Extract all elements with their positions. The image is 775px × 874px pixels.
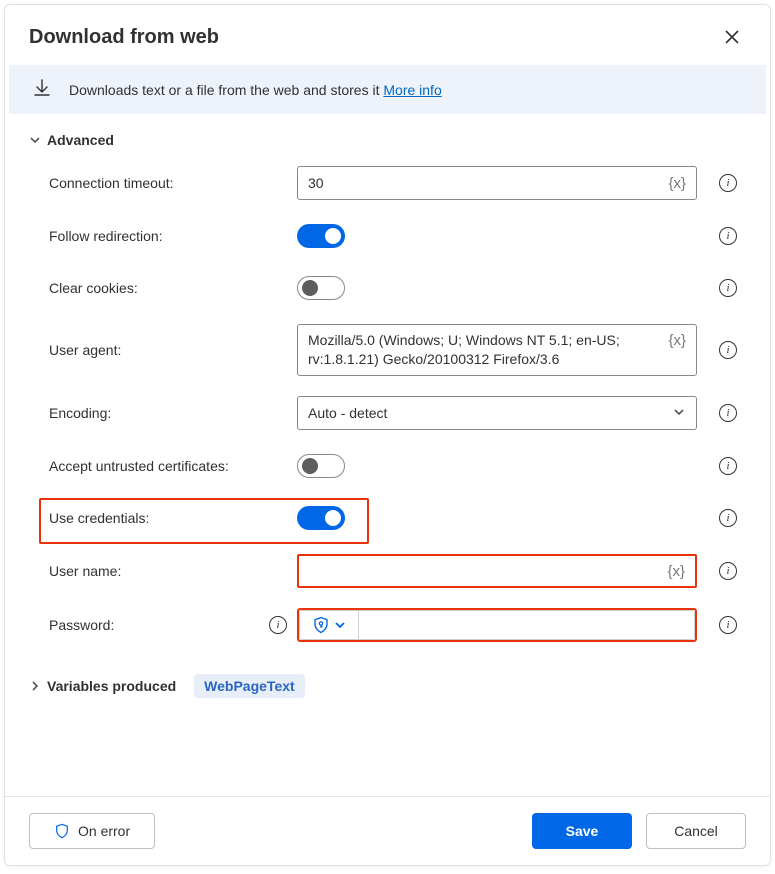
info-icon[interactable]: i [719, 341, 737, 359]
clear-cookies-label: Clear cookies: [49, 280, 138, 296]
credential-picker-button[interactable] [299, 610, 359, 640]
row-password: Password: i i [29, 598, 746, 652]
user-name-label: User name: [49, 563, 121, 579]
info-icon[interactable]: i [719, 227, 737, 245]
info-icon[interactable]: i [719, 562, 737, 580]
download-icon [33, 79, 51, 100]
user-agent-value: Mozilla/5.0 (Windows; U; Windows NT 5.1;… [308, 331, 662, 369]
close-icon [725, 30, 739, 44]
variables-label: Variables produced [47, 678, 176, 694]
user-name-input[interactable]: {x} [297, 554, 697, 588]
chevron-down-icon [672, 405, 686, 422]
variable-pill[interactable]: WebPageText [194, 674, 305, 698]
advanced-section-header[interactable]: Advanced [29, 124, 746, 156]
on-error-button[interactable]: On error [29, 813, 155, 849]
connection-timeout-input[interactable]: 30 {x} [297, 166, 697, 200]
row-clear-cookies: Clear cookies: i [29, 262, 746, 314]
password-input-group [297, 608, 697, 642]
clear-cookies-toggle[interactable] [297, 276, 345, 300]
row-user-name: User name: {x} i [29, 544, 746, 598]
encoding-select[interactable]: Auto - detect [297, 396, 697, 430]
shield-outline-icon [54, 823, 70, 839]
connection-timeout-value: 30 [308, 175, 662, 191]
password-input[interactable] [359, 610, 695, 640]
encoding-label: Encoding: [49, 405, 111, 421]
advanced-label: Advanced [47, 132, 114, 148]
info-icon[interactable]: i [719, 174, 737, 192]
password-label: Password: [49, 617, 114, 633]
info-icon[interactable]: i [719, 404, 737, 422]
more-info-link[interactable]: More info [383, 82, 441, 98]
variable-picker-icon[interactable]: {x} [662, 175, 686, 192]
info-icon[interactable]: i [269, 616, 287, 634]
row-accept-untrusted: Accept untrusted certificates: i [29, 440, 746, 492]
chevron-right-icon [29, 680, 41, 692]
cancel-button[interactable]: Cancel [646, 813, 746, 849]
dialog-header: Download from web [5, 5, 770, 65]
chevron-down-icon [334, 619, 346, 631]
connection-timeout-label: Connection timeout: [49, 175, 174, 191]
info-banner-desc: Downloads text or a file from the web an… [69, 82, 383, 98]
close-button[interactable] [718, 23, 746, 51]
row-user-agent: User agent: Mozilla/5.0 (Windows; U; Win… [29, 314, 746, 386]
dialog: Download from web Downloads text or a fi… [4, 4, 771, 866]
encoding-value: Auto - detect [308, 405, 672, 421]
use-credentials-label: Use credentials: [49, 510, 149, 526]
accept-untrusted-label: Accept untrusted certificates: [49, 458, 229, 474]
use-credentials-toggle[interactable] [297, 506, 345, 530]
variables-section-header[interactable]: Variables produced WebPageText [29, 666, 746, 706]
save-label: Save [566, 823, 599, 839]
info-icon[interactable]: i [719, 279, 737, 297]
follow-redirection-toggle[interactable] [297, 224, 345, 248]
shield-icon [312, 616, 330, 634]
chevron-down-icon [29, 134, 41, 146]
info-icon[interactable]: i [719, 509, 737, 527]
row-use-credentials: Use credentials: i [29, 492, 746, 544]
dialog-footer: On error Save Cancel [5, 796, 770, 865]
cancel-label: Cancel [674, 823, 718, 839]
row-connection-timeout: Connection timeout: 30 {x} i [29, 156, 746, 210]
on-error-label: On error [78, 823, 130, 839]
dialog-title: Download from web [29, 26, 219, 49]
row-encoding: Encoding: Auto - detect i [29, 386, 746, 440]
info-icon[interactable]: i [719, 457, 737, 475]
info-banner-text: Downloads text or a file from the web an… [69, 82, 442, 98]
user-agent-input[interactable]: Mozilla/5.0 (Windows; U; Windows NT 5.1;… [297, 324, 697, 376]
info-icon[interactable]: i [719, 616, 737, 634]
info-banner: Downloads text or a file from the web an… [9, 65, 766, 114]
accept-untrusted-toggle[interactable] [297, 454, 345, 478]
variable-picker-icon[interactable]: {x} [662, 331, 686, 351]
user-agent-label: User agent: [49, 342, 121, 358]
row-follow-redirection: Follow redirection: i [29, 210, 746, 262]
variable-picker-icon[interactable]: {x} [661, 563, 685, 580]
dialog-body: Advanced Connection timeout: 30 {x} i Fo… [5, 124, 770, 796]
save-button[interactable]: Save [532, 813, 632, 849]
follow-redirection-label: Follow redirection: [49, 228, 163, 244]
